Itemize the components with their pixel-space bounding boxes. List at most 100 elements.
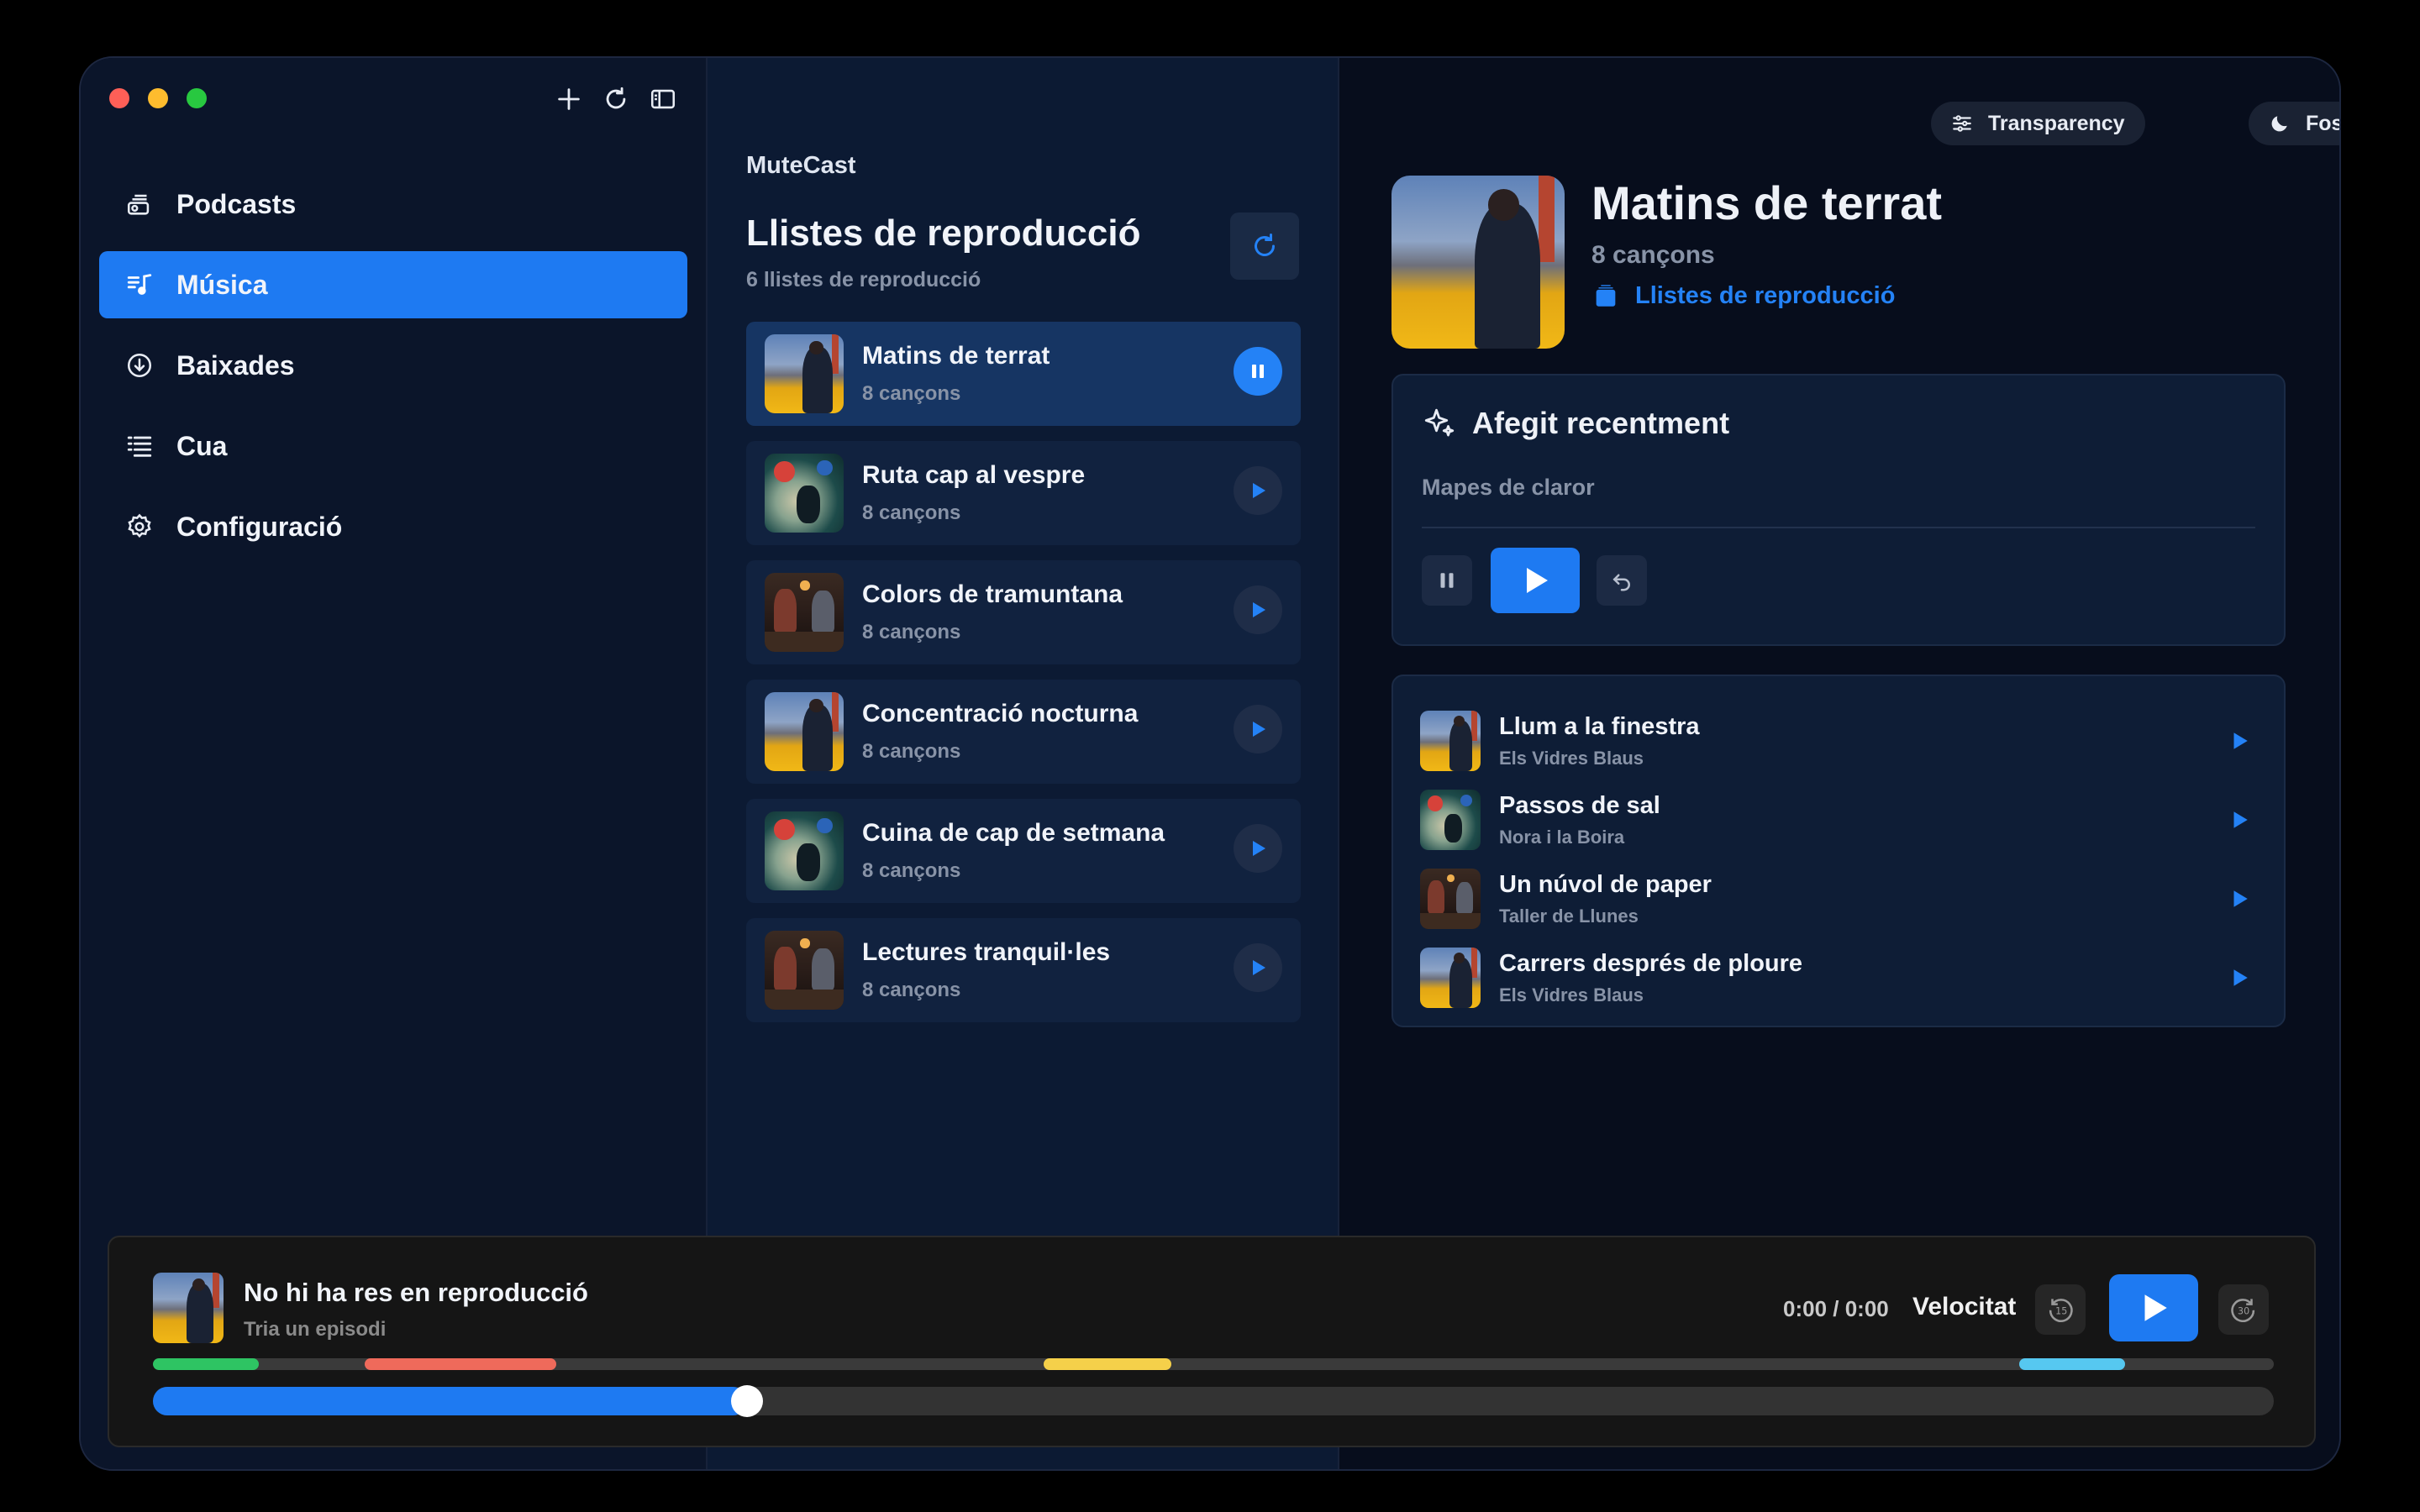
playlist-cover-art (1392, 176, 1565, 349)
track-artist: Nora i la Boira (1499, 826, 1625, 848)
recent-pause-button[interactable] (1422, 555, 1472, 606)
zoom-window-button[interactable] (187, 88, 207, 108)
now-playing-subtitle: Tria un episodi (244, 1318, 387, 1341)
queue-icon (124, 431, 155, 461)
playlist-count: 6 llistes de reproducció (746, 268, 981, 291)
app-name: MuteCast (746, 152, 856, 179)
play-icon[interactable] (2228, 888, 2250, 910)
track-artist: Els Vidres Blaus (1499, 747, 1644, 769)
speed-button[interactable]: Velocitat (1912, 1293, 2016, 1321)
track-title: Un núvol de paper (1499, 870, 1712, 898)
theme-button[interactable]: Fosc (2249, 102, 2339, 145)
track-row[interactable]: Un núvol de paper Taller de Llunes (1393, 859, 2284, 938)
sidebar-item-queue[interactable]: Cua (99, 412, 687, 480)
play-icon (1527, 568, 1548, 593)
playlist-name: Lectures tranquil·les (862, 938, 1111, 966)
play-button[interactable] (1234, 943, 1282, 992)
track-artwork (1420, 790, 1481, 850)
sidebar-toggle-icon (650, 89, 676, 109)
track-artwork (1420, 869, 1481, 929)
track-title: Passos de sal (1499, 791, 1660, 819)
play-icon (1253, 841, 1265, 856)
track-row[interactable]: Carrers després de ploure Els Vidres Bla… (1393, 938, 2284, 1017)
chapter-marker (1044, 1358, 1171, 1370)
play-button[interactable] (1234, 705, 1282, 753)
recently-added-card: Afegit recentment Mapes de claror (1392, 374, 2286, 646)
close-window-button[interactable] (109, 88, 129, 108)
pause-icon (1252, 365, 1264, 378)
playlist-title: Matins de terrat (1591, 176, 1942, 229)
playlist-song-count: 8 cançons (862, 382, 961, 405)
play-button[interactable] (1234, 466, 1282, 515)
transparency-button[interactable]: Transparency (1931, 102, 2145, 145)
gear-icon (124, 512, 155, 542)
recently-added-title: Afegit recentment (1472, 406, 1730, 440)
play-icon[interactable] (2228, 809, 2250, 831)
svg-text:15: 15 (2055, 1306, 2067, 1317)
sidebar-nav: Podcasts Música Baixades Cua Configuraci… (99, 171, 687, 574)
moon-icon (2271, 116, 2287, 132)
refresh-icon (1255, 234, 1275, 256)
playlist-song-count: 8 cançons (862, 979, 961, 1001)
recent-undo-button[interactable] (1597, 555, 1647, 606)
recent-play-button[interactable] (1491, 548, 1580, 613)
add-button[interactable] (553, 83, 585, 115)
sliders-icon (1953, 115, 1971, 132)
toggle-sidebar-button[interactable] (647, 83, 679, 115)
play-button[interactable] (1234, 585, 1282, 634)
window-controls (109, 88, 207, 108)
track-artwork (1420, 711, 1481, 771)
undo-icon (1612, 574, 1630, 591)
track-title: Llum a la finestra (1499, 712, 1700, 740)
playlist-name: Ruta cap al vespre (862, 461, 1086, 489)
pause-button[interactable] (1234, 347, 1282, 396)
refresh-playlists-button[interactable] (1230, 213, 1299, 280)
sidebar-item-music[interactable]: Música (99, 251, 687, 318)
play-icon[interactable] (2228, 730, 2250, 752)
track-artist: Els Vidres Blaus (1499, 984, 1644, 1005)
playlist-name: Concentració nocturna (862, 700, 1139, 727)
minimize-window-button[interactable] (148, 88, 168, 108)
play-button[interactable] (1234, 824, 1282, 873)
track-row[interactable]: Passos de sal Nora i la Boira (1393, 780, 2284, 859)
playlist-list: Matins de terrat 8 cançons Ruta cap al v… (746, 322, 1301, 1037)
play-icon (1253, 722, 1265, 737)
playlist-item[interactable]: Lectures tranquil·les 8 cançons (746, 918, 1301, 1022)
playlist-artwork (765, 931, 844, 1010)
playlist-item[interactable]: Colors de tramuntana 8 cançons (746, 560, 1301, 664)
divider (1422, 527, 2255, 528)
playlist-artwork (765, 334, 844, 413)
player-bar: No hi ha res en reproducció Tria un epis… (108, 1236, 2316, 1447)
theme-label: Fosc (2306, 111, 2339, 135)
playlist-artwork (765, 692, 844, 771)
track-row[interactable]: Llum a la finestra Els Vidres Blaus (1393, 701, 2284, 780)
recently-added-item: Mapes de claror (1422, 475, 1595, 500)
playlist-item[interactable]: Concentració nocturna 8 cançons (746, 680, 1301, 784)
playlist-artwork (765, 811, 844, 890)
playlist-item[interactable]: Ruta cap al vespre 8 cançons (746, 441, 1301, 545)
sidebar-item-label: Configuració (176, 511, 343, 542)
playlist-item[interactable]: Cuina de cap de setmana 8 cançons (746, 799, 1301, 903)
skip-back-button[interactable]: 15 (2035, 1284, 2086, 1335)
skip-forward-button[interactable]: 30 (2218, 1284, 2269, 1335)
playback-time: 0:00 / 0:00 (1783, 1296, 1889, 1321)
play-icon (2144, 1294, 2167, 1321)
track-artist: Taller de Llunes (1499, 905, 1639, 927)
sidebar-item-downloads[interactable]: Baixades (99, 332, 687, 399)
play-icon[interactable] (2228, 967, 2250, 989)
now-playing-title: No hi ha res en reproducció (244, 1278, 588, 1307)
page-title: Llistes de reproducció (746, 213, 1141, 254)
chapter-marker (2019, 1358, 2126, 1370)
play-icon (1253, 602, 1265, 617)
transparency-label: Transparency (1988, 111, 2125, 135)
player-play-button[interactable] (2109, 1274, 2198, 1341)
playlist-item[interactable]: Matins de terrat 8 cançons (746, 322, 1301, 426)
progress-handle[interactable] (730, 1385, 763, 1417)
sidebar-item-settings[interactable]: Configuració (99, 493, 687, 560)
progress-slider[interactable] (153, 1385, 2274, 1417)
playlist-name: Matins de terrat (862, 342, 1050, 370)
skip-back-15-icon: 15 (2049, 1299, 2073, 1322)
playlists-link[interactable]: Llistes de reproducció (1591, 281, 1895, 310)
refresh-button[interactable] (600, 83, 632, 115)
sidebar-item-podcasts[interactable]: Podcasts (99, 171, 687, 238)
